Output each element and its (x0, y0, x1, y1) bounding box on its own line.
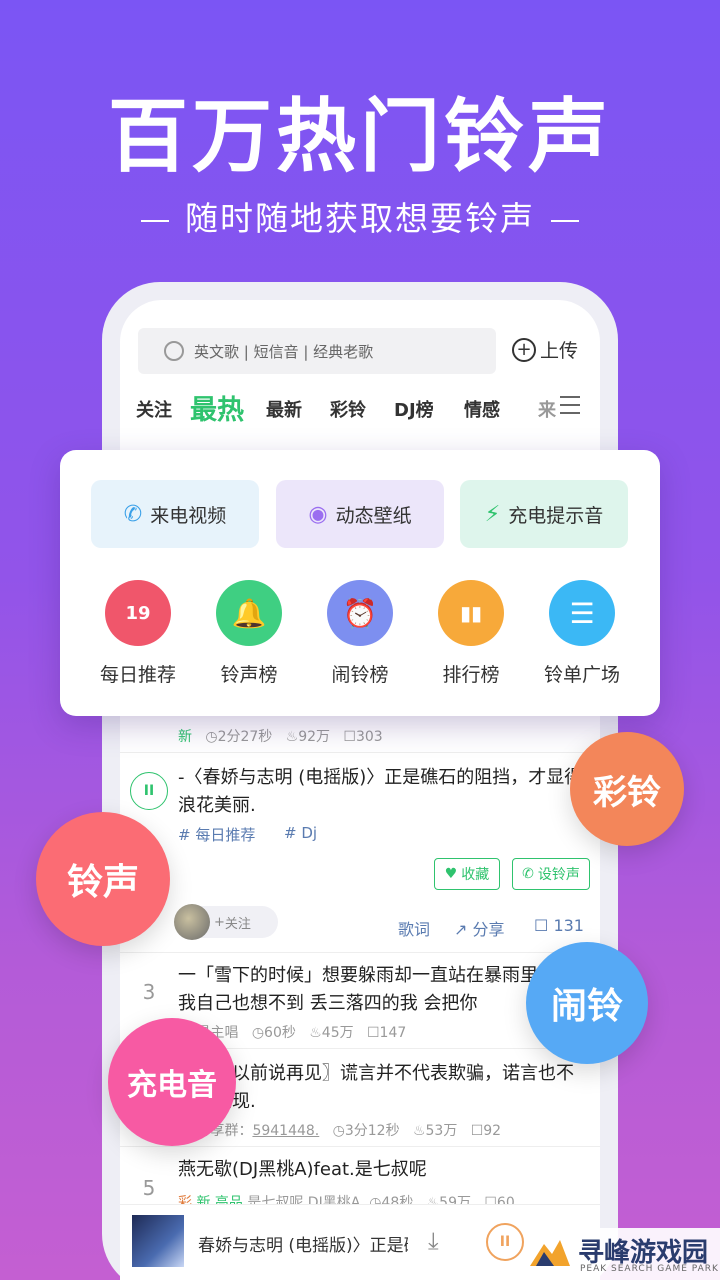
song-meta: 新 ◷2分27秒 ♨92万 ☐303 (178, 729, 383, 745)
shortcut-playlist-square[interactable]: ☰ 铃单广场 (527, 580, 637, 687)
song-title[interactable]: -〈春娇与志明 (电摇版)〉正是礁石的阻挡，才显得浪花美丽. (178, 764, 588, 820)
live-wallpaper-button[interactable]: ◉ 动态壁纸 (276, 480, 444, 548)
phone-icon: ✆ (522, 866, 534, 882)
follow-button[interactable]: + 关注 (174, 904, 278, 940)
caling-bubble: 彩铃 (570, 732, 684, 846)
menu-icon[interactable] (560, 396, 580, 420)
pause-icon[interactable]: II (130, 772, 168, 810)
lyrics-link[interactable]: 歌词 (398, 916, 430, 940)
tab-dj[interactable]: DJ榜 (394, 396, 434, 422)
shortcut-alarm-chart[interactable]: ⏰ 闹铃榜 (305, 580, 415, 687)
search-icon (164, 341, 184, 361)
shortcut-ranking[interactable]: ▮▮ 排行榜 (416, 580, 526, 687)
comments-button[interactable]: ☐ 131 (534, 916, 584, 935)
search-input[interactable]: 英文歌 | 短信音 | 经典老歌 (138, 328, 496, 374)
hero-subtitle-text: 随时随地获取想要铃声 (185, 199, 535, 238)
download-icon[interactable]: ⤓ (428, 1227, 439, 1255)
divider (120, 1146, 600, 1147)
tab-newest[interactable]: 最新 (266, 396, 302, 422)
avatar (174, 904, 210, 940)
watermark: 寻峰游戏园 PEAK SEARCH GAME PARK (526, 1228, 720, 1280)
flame-icon: ♨ (309, 1025, 322, 1041)
tag-dj[interactable]: # Dj (284, 824, 317, 842)
alarm-clock-icon: ⏰ (327, 580, 393, 646)
comment-icon: ☐ (534, 916, 549, 935)
clock-icon: ◷ (205, 729, 218, 745)
tab-hottest[interactable]: 最热 (190, 388, 244, 427)
share-icon: ↗ (454, 920, 468, 939)
bell-icon: 🔔 (216, 580, 282, 646)
left-dash (141, 219, 169, 222)
hero-subtitle: 随时随地获取想要铃声 (0, 192, 720, 240)
plus-circle-icon: + (512, 337, 536, 362)
now-playing-title: 春娇与志明 (电摇版)〉正是礁石 (198, 1236, 408, 1256)
comment-icon: ☐ (366, 1025, 380, 1041)
charging-bubble: 充电音 (108, 1018, 236, 1146)
song-title[interactable]: 〖天亮以前说再见〗谎言并不代表欺骗，诺言也不一定兑现. (178, 1060, 588, 1116)
clock-icon: ◷ (332, 1123, 345, 1139)
rank-number: 5 (142, 1176, 156, 1200)
shortcut-ringtone-chart[interactable]: 🔔 铃声榜 (194, 580, 304, 687)
rank-number: 3 (142, 980, 156, 1004)
pause-icon[interactable]: II (486, 1223, 524, 1261)
song-meta: 新 分享群：5941448. ◷3分12秒 ♨53万 ☐92 (178, 1123, 502, 1139)
upload-label: 上传 (540, 340, 579, 362)
feature-card: ✆ 来电视频 ◉ 动态壁纸 ⚡ 充电提示音 19 每日推荐 🔔 铃声榜 ⏰ 闹铃榜 ▮… (60, 450, 660, 716)
ringtone-bubble: 铃声 (36, 812, 170, 946)
share-button[interactable]: ↗ 分享 (454, 916, 505, 940)
tab-follow[interactable]: 关注 (136, 396, 172, 422)
calendar-icon: 19 (105, 580, 171, 646)
album-cover (132, 1215, 184, 1267)
upload-button[interactable]: + 上传 (512, 336, 578, 363)
incoming-video-button[interactable]: ✆ 来电视频 (91, 480, 259, 548)
wallpaper-icon: ◉ (308, 501, 328, 527)
hero-title: 百万热门铃声 (108, 90, 612, 183)
alarm-bubble: 闹铃 (526, 942, 648, 1064)
right-dash (551, 219, 579, 222)
category-tabs: 关注 最热 最新 彩铃 DJ榜 情感 来 (136, 388, 596, 428)
tag-daily[interactable]: # 每日推荐 (178, 824, 255, 845)
flame-icon: ♨ (412, 1123, 426, 1139)
group-number: 5941448. (252, 1123, 320, 1139)
divider (120, 952, 600, 953)
tab-more[interactable]: 来 (538, 396, 556, 422)
phone-video-icon: ✆ (123, 501, 143, 527)
mountain-logo-icon (530, 1240, 570, 1266)
charging-icon: ⚡ (484, 501, 501, 527)
charging-sound-button[interactable]: ⚡ 充电提示音 (460, 480, 628, 548)
favorite-button[interactable]: ♥ 收藏 (434, 858, 500, 890)
heart-icon: ♥ (444, 866, 458, 882)
set-ringtone-button[interactable]: ✆ 设铃声 (512, 858, 590, 890)
bar-chart-icon: ▮▮ (438, 580, 504, 646)
flame-icon: ♨ (285, 729, 299, 745)
divider (120, 752, 600, 753)
search-placeholder: 英文歌 | 短信音 | 经典老歌 (194, 342, 374, 361)
list-icon: ☰ (549, 580, 615, 646)
tab-emotion[interactable]: 情感 (464, 396, 500, 422)
comment-icon: ☐ (343, 729, 356, 745)
tab-caling[interactable]: 彩铃 (330, 396, 366, 422)
comment-icon: ☐ (470, 1123, 484, 1139)
clock-icon: ◷ (251, 1025, 265, 1041)
song-title[interactable]: 燕无歇(DJ黑桃A)feat.是七叔呢 (178, 1156, 588, 1184)
shortcut-daily[interactable]: 19 每日推荐 (83, 580, 193, 687)
